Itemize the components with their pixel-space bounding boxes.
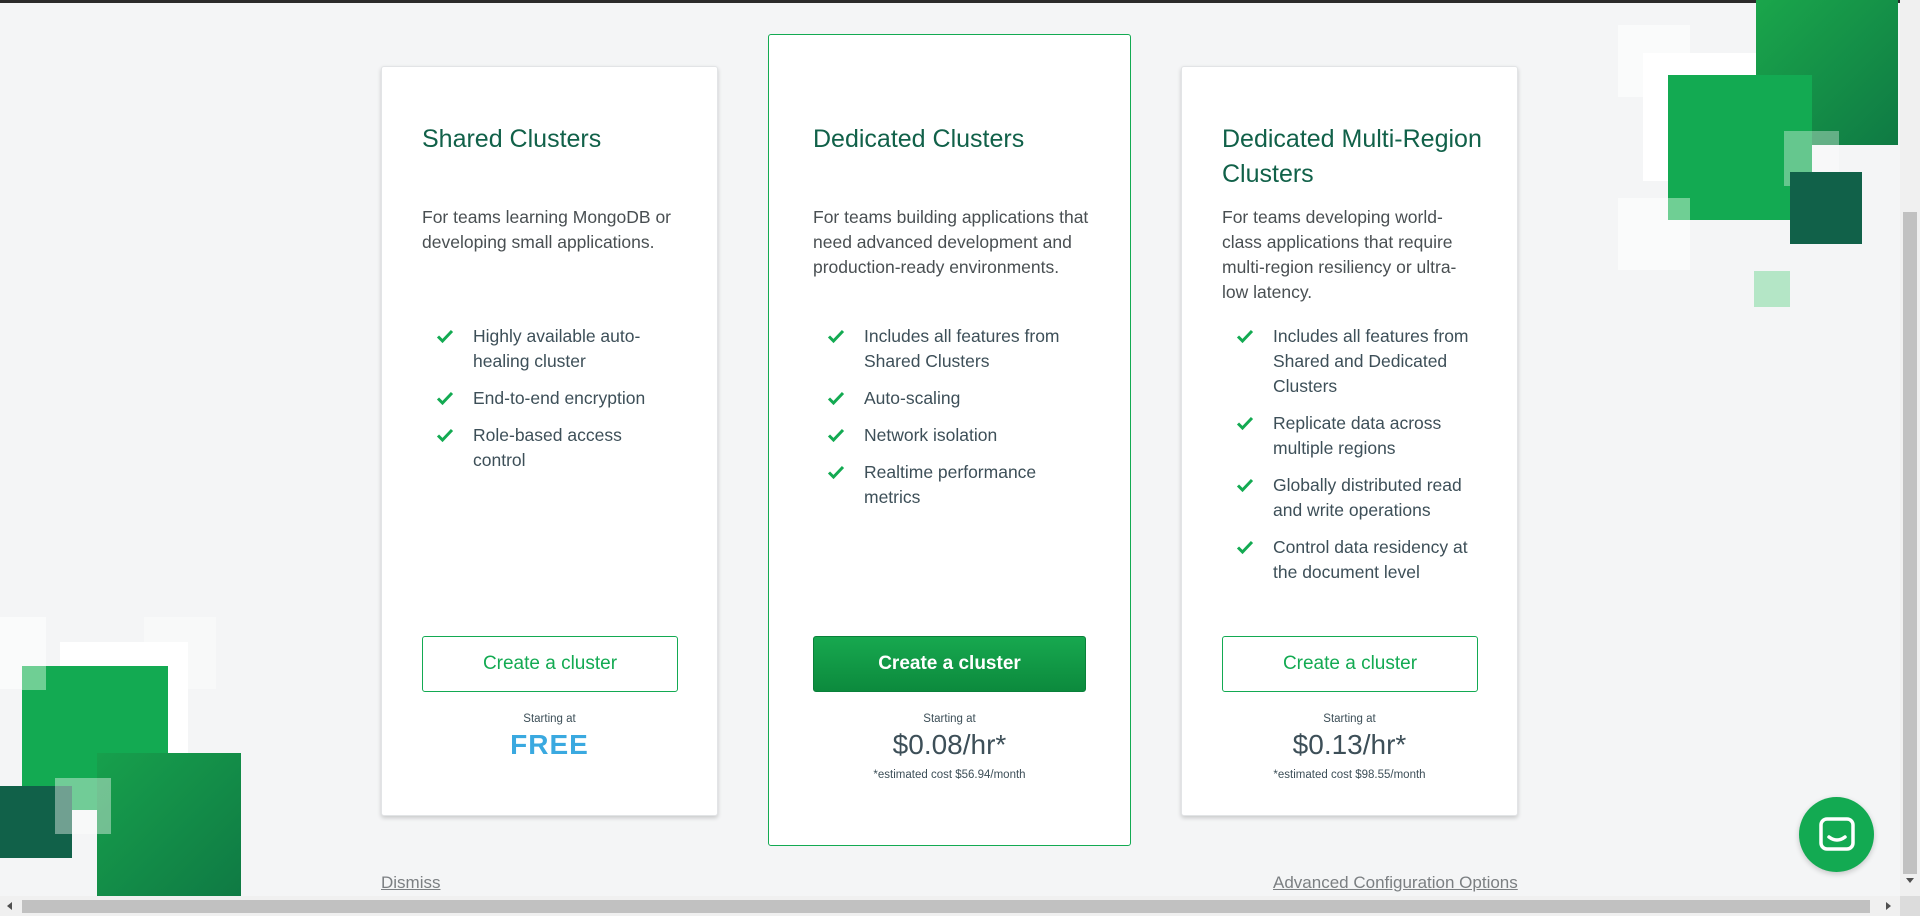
decor-square: [22, 666, 46, 690]
price-label: $0.13/hr*: [1292, 729, 1407, 760]
feature-list: Includes all features from Shared Cluste…: [813, 324, 1073, 522]
feature-list: Includes all features from Shared and De…: [1222, 324, 1477, 597]
check-icon: [827, 329, 845, 344]
decor-square: [55, 778, 111, 834]
starting-at-label: Starting at: [523, 713, 576, 725]
scroll-left-arrow-icon[interactable]: [7, 902, 12, 910]
card-title: Shared Clusters: [422, 125, 602, 153]
decor-square: [1754, 271, 1790, 307]
feature-item: Control data residency at the document l…: [1222, 535, 1477, 585]
starting-at-label: Starting at: [923, 713, 976, 725]
feature-item: Globally distributed read and write oper…: [1222, 473, 1477, 523]
price-label: FREE: [510, 729, 589, 760]
card-description: For teams building applications that nee…: [813, 207, 1089, 277]
window-top-border: [0, 0, 1920, 3]
check-icon: [436, 428, 454, 443]
vertical-scrollbar[interactable]: [1900, 0, 1920, 916]
decor-square: [1668, 198, 1690, 220]
check-icon: [827, 391, 845, 406]
feature-item: Highly available auto-healing cluster: [422, 324, 662, 374]
estimated-cost-label: *estimated cost $56.94/month: [873, 769, 1026, 781]
check-icon: [1236, 329, 1254, 344]
create-dedicated-cluster-button[interactable]: Create a cluster: [813, 636, 1086, 692]
check-icon: [436, 391, 454, 406]
chat-button[interactable]: [1799, 797, 1874, 872]
feature-item: Role-based access control: [422, 423, 662, 473]
starting-at-label: Starting at: [1323, 713, 1376, 725]
feature-list: Highly available auto-healing cluster En…: [422, 324, 662, 485]
feature-item: Replicate data across multiple regions: [1222, 411, 1477, 461]
feature-item: Realtime performance metrics: [813, 460, 1073, 510]
chat-bubble-icon: [1818, 816, 1855, 851]
multi-region-clusters-card: Dedicated Multi-Region Clusters For team…: [1181, 66, 1518, 816]
feature-item: Includes all features from Shared Cluste…: [813, 324, 1073, 374]
feature-item: Network isolation: [813, 423, 1073, 448]
feature-item: Auto-scaling: [813, 386, 1073, 411]
card-description: For teams learning MongoDB or developing…: [422, 207, 671, 252]
price-label: $0.08/hr*: [892, 729, 1007, 760]
scroll-right-arrow-icon[interactable]: [1886, 902, 1891, 910]
shared-clusters-card: Shared Clusters For teams learning Mongo…: [381, 66, 718, 816]
decor-square: [1790, 172, 1862, 244]
advanced-configuration-link[interactable]: Advanced Configuration Options: [1273, 873, 1518, 893]
scrollbar-corner: [1900, 896, 1920, 916]
feature-item: Includes all features from Shared and De…: [1222, 324, 1477, 399]
check-icon: [436, 329, 454, 344]
feature-item: End-to-end encryption: [422, 386, 662, 411]
card-title: Dedicated Multi-Region Clusters: [1222, 125, 1482, 188]
card-description: For teams developing world-class applica…: [1222, 207, 1457, 302]
horizontal-scrollbar[interactable]: [0, 896, 1900, 916]
check-icon: [1236, 540, 1254, 555]
dedicated-clusters-card: Dedicated Clusters For teams building ap…: [768, 34, 1131, 846]
estimated-cost-label: *estimated cost $98.55/month: [1273, 769, 1426, 781]
horizontal-scroll-thumb[interactable]: [22, 900, 1870, 913]
check-icon: [827, 428, 845, 443]
check-icon: [827, 465, 845, 480]
create-shared-cluster-button[interactable]: Create a cluster: [422, 636, 678, 692]
dismiss-link[interactable]: Dismiss: [381, 873, 441, 893]
card-title: Dedicated Clusters: [813, 125, 1025, 153]
vertical-scroll-thumb[interactable]: [1903, 212, 1917, 874]
check-icon: [1236, 478, 1254, 493]
cluster-selection-page: Shared Clusters For teams learning Mongo…: [0, 0, 1920, 916]
scroll-down-arrow-icon[interactable]: [1906, 878, 1914, 883]
decor-square: [97, 753, 241, 896]
check-icon: [1236, 416, 1254, 431]
create-multi-region-cluster-button[interactable]: Create a cluster: [1222, 636, 1478, 692]
